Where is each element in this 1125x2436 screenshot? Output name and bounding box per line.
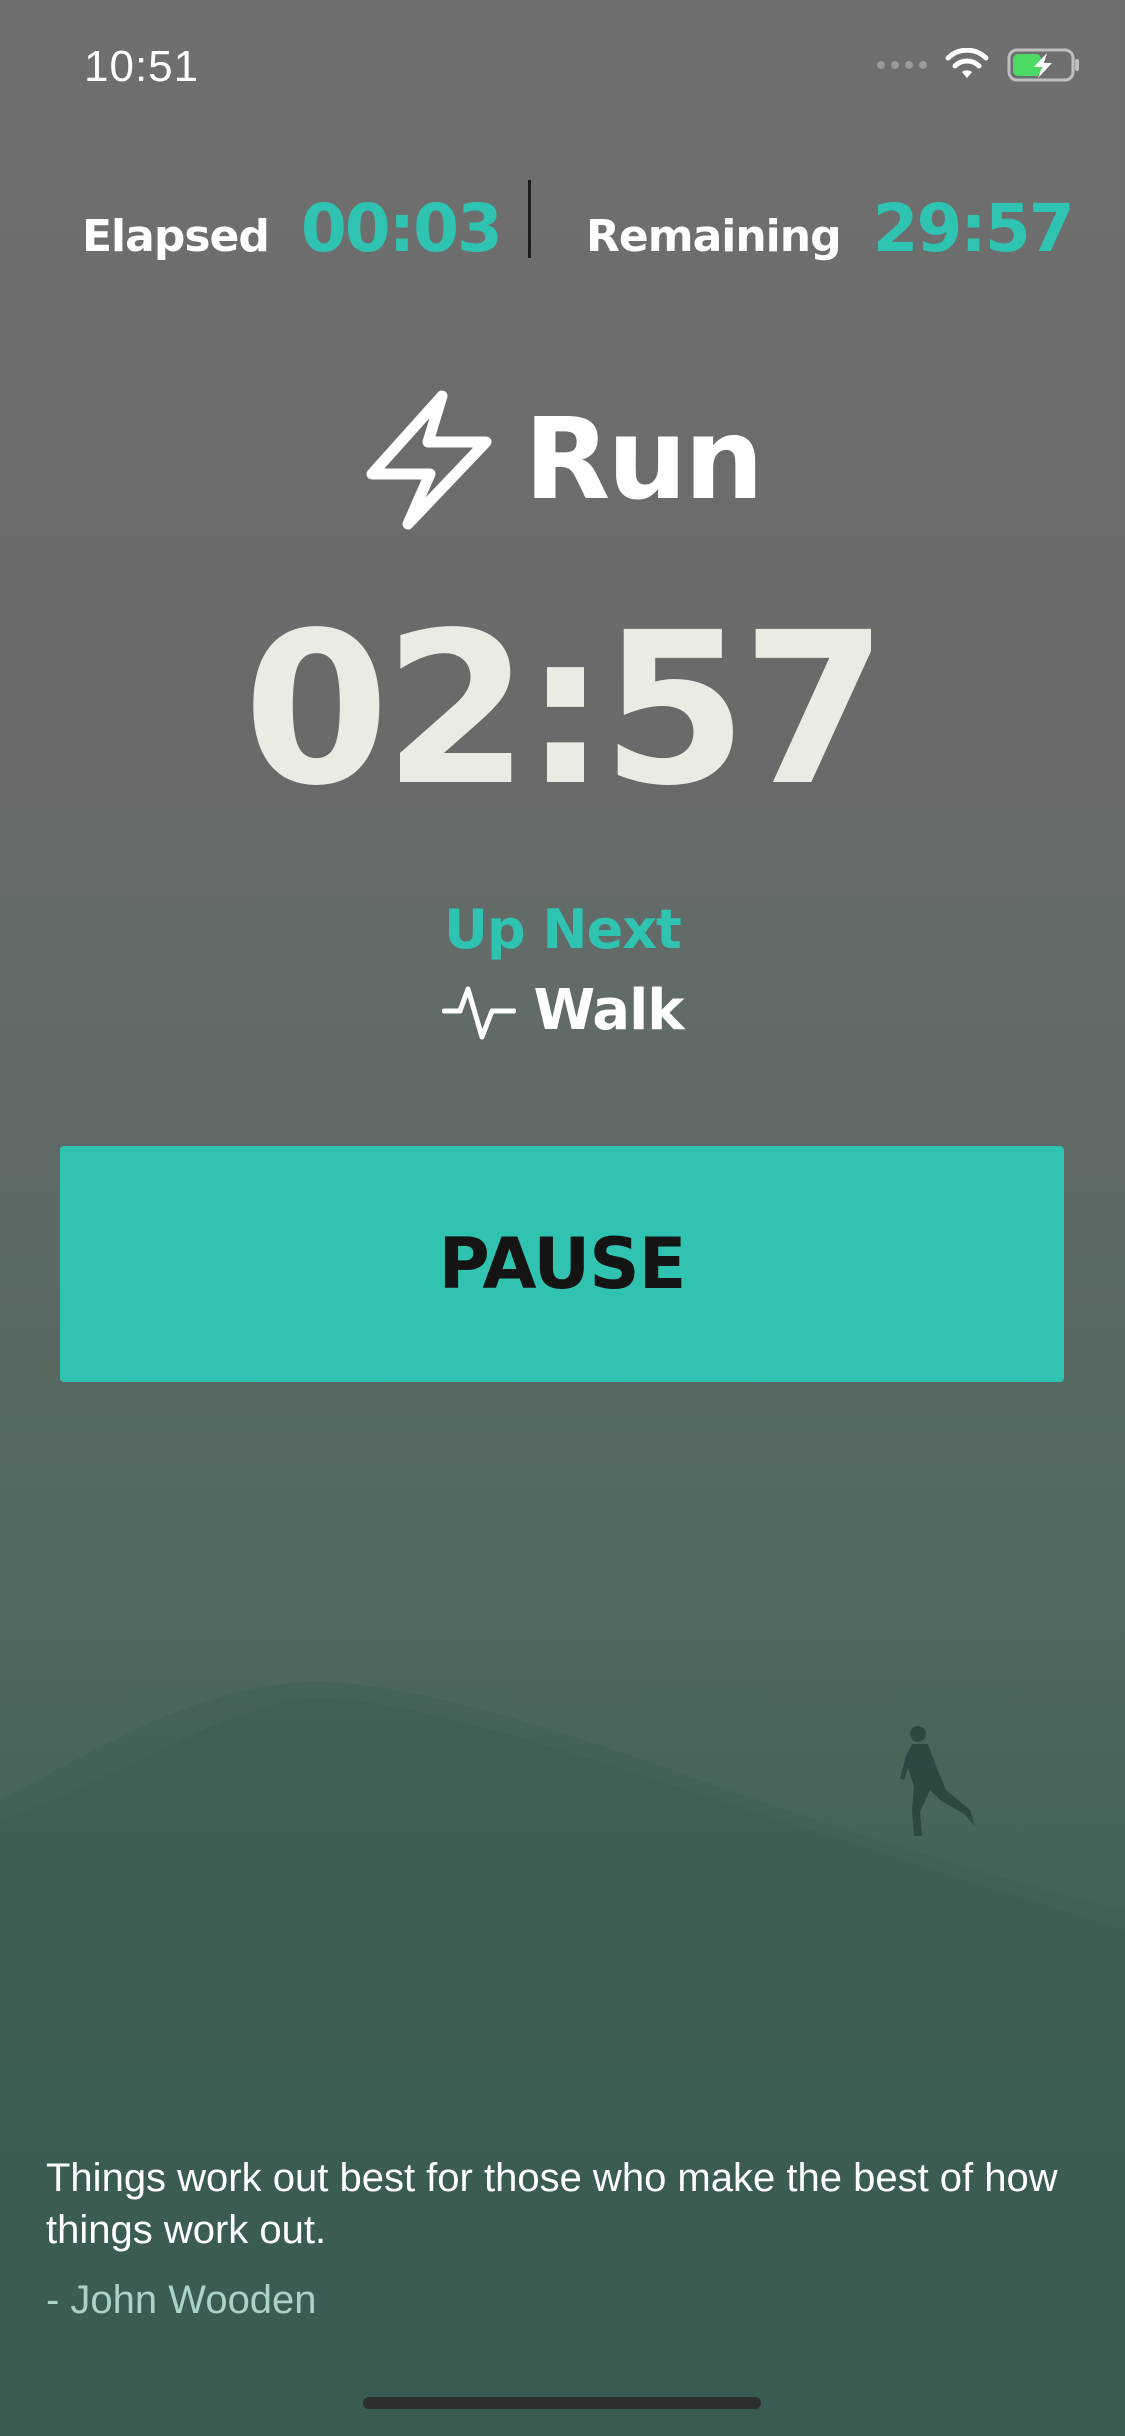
pause-button[interactable]: PAUSE xyxy=(60,1146,1064,1382)
up-next-name: Walk xyxy=(533,977,685,1043)
battery-charging-icon xyxy=(1007,48,1079,82)
interval-name: Run xyxy=(524,395,764,525)
status-icons xyxy=(877,48,1081,82)
elapsed-stat: Elapsed 00:03 xyxy=(82,190,503,267)
lightning-bolt-icon xyxy=(366,390,492,530)
status-time: 10:51 xyxy=(84,42,200,91)
quote-author: - John Wooden xyxy=(46,2278,317,2322)
pulse-icon xyxy=(441,986,516,1040)
up-next-item: Walk xyxy=(0,975,1125,1045)
runner-silhouette xyxy=(900,1726,975,1836)
remaining-stat: Remaining 29:57 xyxy=(586,190,1075,267)
elapsed-value: 00:03 xyxy=(300,190,503,267)
up-next-label: Up Next xyxy=(444,898,682,961)
cellular-signal-icon xyxy=(877,61,927,69)
interval-countdown: 02:57 xyxy=(243,587,887,832)
status-bar: 10:51 xyxy=(0,0,1125,140)
current-interval: Run xyxy=(0,380,1125,540)
workout-stats: Elapsed 00:03 Remaining 29:57 xyxy=(0,170,1125,290)
home-indicator[interactable] xyxy=(363,2397,761,2409)
quote-text: Things work out best for those who make … xyxy=(46,2156,1058,2252)
remaining-label: Remaining xyxy=(586,211,842,262)
wifi-icon xyxy=(945,48,989,78)
elapsed-label: Elapsed xyxy=(82,211,270,262)
stats-divider xyxy=(528,180,531,258)
remaining-value: 29:57 xyxy=(872,190,1075,267)
